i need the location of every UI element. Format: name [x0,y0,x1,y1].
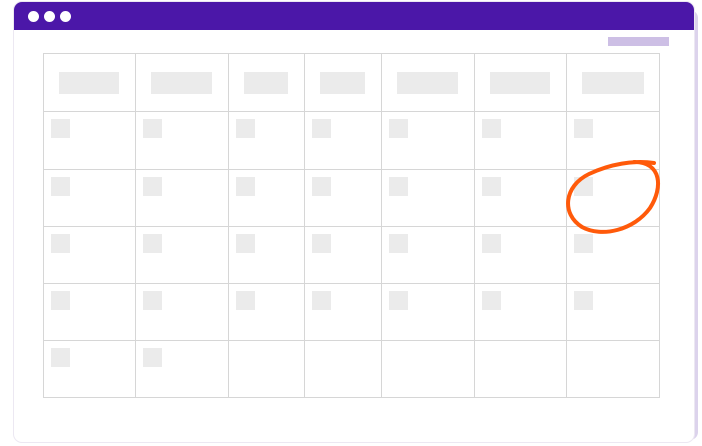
weekday-header-placeholder [320,72,365,94]
day-cell[interactable] [136,227,228,283]
date-number-placeholder [389,177,408,196]
weekday-header-placeholder [582,72,644,94]
weekday-header-placeholder [244,72,288,94]
weekday-header-placeholder [490,72,550,94]
day-cell[interactable] [136,170,228,226]
date-number-placeholder [482,177,501,196]
day-cell[interactable] [136,112,228,169]
date-number-placeholder [574,234,593,253]
date-number-placeholder [51,348,70,367]
date-number-placeholder [143,348,162,367]
date-number-placeholder [51,234,70,253]
calendar-grid [43,53,660,398]
day-cell[interactable] [229,341,304,398]
date-number-placeholder [312,234,331,253]
day-cell[interactable] [305,112,381,169]
window-dot-icon[interactable] [60,10,71,22]
date-number-placeholder [143,234,162,253]
date-number-placeholder [236,234,255,253]
day-cell[interactable] [136,284,228,340]
day-cell[interactable] [229,284,304,340]
day-cell[interactable] [44,112,135,169]
date-number-placeholder [574,119,593,138]
date-number-placeholder [482,119,501,138]
date-number-placeholder [389,234,408,253]
window-dot-icon[interactable] [44,10,55,22]
day-cell[interactable] [475,284,566,340]
day-cell[interactable] [229,170,304,226]
date-number-placeholder [143,291,162,310]
date-number-placeholder [143,177,162,196]
date-number-placeholder [51,291,70,310]
date-number-placeholder [236,291,255,310]
window-dot-icon[interactable] [28,10,39,22]
title-bar[interactable] [14,2,694,30]
day-cell[interactable] [229,227,304,283]
day-cell[interactable] [567,112,660,169]
day-cell[interactable] [475,112,566,169]
day-cell[interactable] [382,170,474,226]
day-cell[interactable] [136,341,228,398]
day-cell[interactable] [305,170,381,226]
date-number-placeholder [482,234,501,253]
day-cell[interactable] [567,284,660,340]
date-number-placeholder [143,119,162,138]
weekday-header-placeholder [59,72,119,94]
day-cell[interactable] [44,170,135,226]
date-number-placeholder [482,291,501,310]
day-cell[interactable] [475,341,566,398]
date-number-placeholder [312,291,331,310]
date-number-placeholder [389,119,408,138]
date-number-placeholder [236,177,255,196]
day-cell[interactable] [44,341,135,398]
day-cell[interactable] [567,170,660,226]
day-cell[interactable] [382,112,474,169]
weekday-header-placeholder [151,72,212,94]
day-cell[interactable] [382,227,474,283]
date-number-placeholder [51,119,70,138]
date-number-placeholder [51,177,70,196]
day-cell[interactable] [382,341,474,398]
day-cell[interactable] [305,284,381,340]
app-window [14,2,694,442]
toolbar-placeholder [608,37,669,46]
weekday-header-placeholder [397,72,458,94]
date-number-placeholder [236,119,255,138]
day-cell[interactable] [567,227,660,283]
day-cell[interactable] [305,341,381,398]
date-number-placeholder [312,119,331,138]
date-number-placeholder [389,291,408,310]
day-cell[interactable] [382,284,474,340]
day-cell[interactable] [229,112,304,169]
date-number-placeholder [574,177,593,196]
date-number-placeholder [574,291,593,310]
date-number-placeholder [312,177,331,196]
day-cell[interactable] [44,227,135,283]
day-cell[interactable] [475,227,566,283]
day-cell[interactable] [44,284,135,340]
day-cell[interactable] [475,170,566,226]
day-cell[interactable] [567,341,660,398]
day-cell[interactable] [305,227,381,283]
